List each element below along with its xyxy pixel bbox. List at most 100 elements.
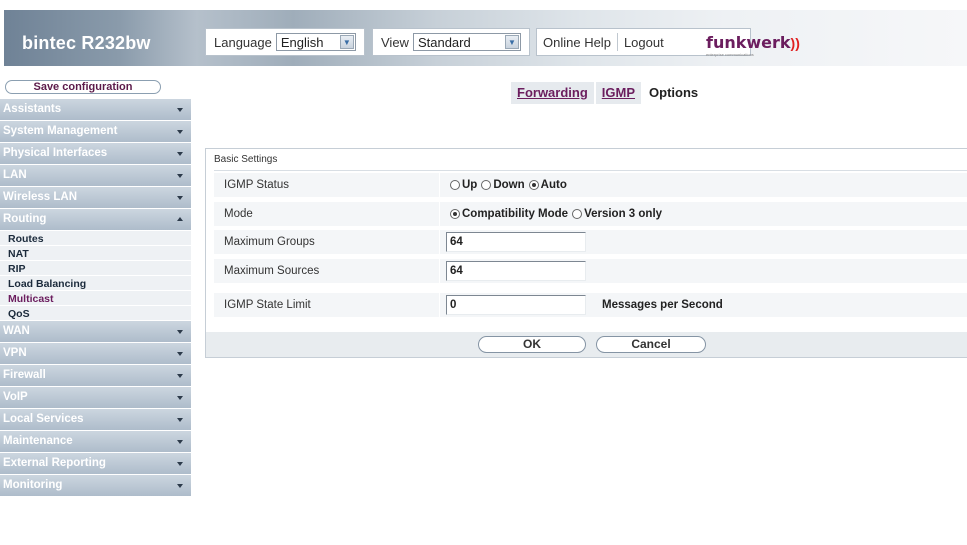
menu-item-voip[interactable]: VoIP [0, 387, 191, 409]
product-name: bintec R232bw [22, 33, 151, 53]
menu-item-monitoring[interactable]: Monitoring [0, 475, 191, 497]
logo-tagline: enterprise communications [706, 52, 754, 57]
chevron-down-icon [177, 440, 183, 444]
mode-options: Compatibility Mode Version 3 only [446, 202, 967, 226]
submenu-item-routes[interactable]: Routes [0, 231, 191, 246]
online-help-button[interactable]: Online Help [537, 35, 617, 50]
cancel-button[interactable]: Cancel [596, 336, 706, 353]
menu-item-label: External Reporting [3, 457, 106, 469]
chevron-down-icon [177, 152, 183, 156]
chevron-down-icon [177, 484, 183, 488]
submenu-item-label: RIP [8, 263, 26, 275]
tab-forwarding[interactable]: Forwarding [511, 82, 594, 104]
max-sources-row: Maximum Sources 64 [214, 259, 967, 284]
basic-settings-panel: Basic Settings IGMP Status Up Down Auto … [205, 148, 967, 358]
radio-compatibility-label: Compatibility Mode [462, 208, 569, 220]
menu-item-label: Physical Interfaces [3, 147, 108, 159]
submenu-item-label: Load Balancing [8, 278, 87, 290]
max-sources-label: Maximum Sources [214, 259, 440, 283]
igmp-status-row: IGMP Status Up Down Auto [214, 173, 967, 198]
max-groups-input[interactable]: 64 [446, 232, 586, 252]
language-label: Language [214, 34, 272, 50]
menu-item-assistants[interactable]: Assistants [0, 99, 191, 121]
tab-options[interactable]: Options [643, 82, 705, 104]
chevron-down-icon [177, 330, 183, 334]
menu-item-physical-interfaces[interactable]: Physical Interfaces [0, 143, 191, 165]
header: bintec R232bw Language English ▼ View St… [0, 0, 967, 70]
submenu-item-load-balancing[interactable]: Load Balancing [0, 276, 191, 291]
language-box: Language English ▼ [205, 28, 365, 56]
radio-compatibility-mode[interactable] [450, 209, 460, 219]
chevron-down-icon[interactable]: ▼ [504, 35, 519, 49]
submenu-item-label: NAT [8, 248, 29, 260]
state-limit-input[interactable]: 0 [446, 295, 586, 315]
chevron-down-icon [177, 396, 183, 400]
chevron-down-icon [177, 196, 183, 200]
menu-item-label: VPN [3, 347, 27, 359]
tab-igmp[interactable]: IGMP [595, 82, 642, 104]
radio-auto-label: Auto [540, 179, 567, 191]
mode-row: Mode Compatibility Mode Version 3 only [214, 202, 967, 227]
max-groups-label: Maximum Groups [214, 230, 440, 254]
chevron-down-icon [177, 174, 183, 178]
radio-down-label: Down [493, 179, 525, 191]
view-value: Standard [417, 34, 471, 50]
menu-item-label: VoIP [3, 391, 28, 403]
max-sources-input[interactable]: 64 [446, 261, 586, 281]
state-limit-label: IGMP State Limit [214, 293, 440, 317]
button-bar: OK Cancel [206, 332, 967, 357]
radio-version3-label: Version 3 only [584, 208, 663, 220]
menu-item-system-management[interactable]: System Management [0, 121, 191, 143]
language-value: English [280, 34, 324, 50]
language-select[interactable]: English ▼ [275, 33, 356, 51]
max-groups-row: Maximum Groups 64 [214, 230, 967, 255]
chevron-down-icon[interactable]: ▼ [339, 35, 354, 49]
menu-item-firewall[interactable]: Firewall [0, 365, 191, 387]
submenu-item-rip[interactable]: RIP [0, 261, 191, 276]
submenu-item-label: QoS [8, 308, 30, 320]
logo-waves-icon: )) [790, 35, 800, 51]
menu-item-label: Routing [3, 213, 47, 225]
max-groups-value-cell: 64 [446, 230, 967, 254]
menu-item-label: Local Services [3, 413, 84, 425]
section-title: Basic Settings [214, 150, 967, 171]
menu-item-external-reporting[interactable]: External Reporting [0, 453, 191, 475]
state-limit-row: IGMP State Limit 0 Messages per Second [214, 293, 967, 318]
igmp-status-options: Up Down Auto [446, 173, 967, 197]
menu-item-label: Wireless LAN [3, 191, 78, 203]
menu-item-label: Firewall [3, 369, 46, 381]
radio-down[interactable] [481, 180, 492, 190]
radio-up-label: Up [462, 179, 478, 191]
chevron-down-icon [177, 130, 183, 134]
logout-button[interactable]: Logout [618, 35, 670, 50]
menu-item-vpn[interactable]: VPN [0, 343, 191, 365]
submenu-item-label: Routes [8, 233, 44, 245]
main-menu: Assistants System Management Physical In… [0, 99, 191, 497]
igmp-status-label: IGMP Status [214, 173, 440, 197]
menu-item-wireless-lan[interactable]: Wireless LAN [0, 187, 191, 209]
submenu-item-nat[interactable]: NAT [0, 246, 191, 261]
radio-auto[interactable] [528, 180, 539, 190]
menu-item-local-services[interactable]: Local Services [0, 409, 191, 431]
view-box: View Standard ▼ [372, 28, 530, 56]
view-select[interactable]: Standard ▼ [412, 33, 521, 51]
chevron-down-icon [177, 418, 183, 422]
menu-item-maintenance[interactable]: Maintenance [0, 431, 191, 453]
ok-button[interactable]: OK [478, 336, 586, 353]
menu-item-routing[interactable]: Routing [0, 209, 191, 231]
max-sources-value-cell: 64 [446, 259, 967, 283]
menu-item-label: Assistants [3, 103, 62, 115]
submenu-item-qos[interactable]: QoS [0, 306, 191, 321]
menu-item-label: System Management [3, 125, 118, 137]
chevron-down-icon [177, 374, 183, 378]
radio-up[interactable] [450, 180, 460, 190]
submenu-item-multicast[interactable]: Multicast [0, 291, 191, 306]
radio-version3-only[interactable] [572, 209, 583, 219]
chevron-down-icon [177, 108, 183, 112]
chevron-down-icon [177, 352, 183, 356]
save-configuration-button[interactable]: Save configuration [5, 80, 161, 94]
state-limit-value-cell: 0 Messages per Second [446, 293, 967, 317]
menu-item-wan[interactable]: WAN [0, 321, 191, 343]
menu-item-lan[interactable]: LAN [0, 165, 191, 187]
menu-item-label: Monitoring [3, 479, 63, 491]
